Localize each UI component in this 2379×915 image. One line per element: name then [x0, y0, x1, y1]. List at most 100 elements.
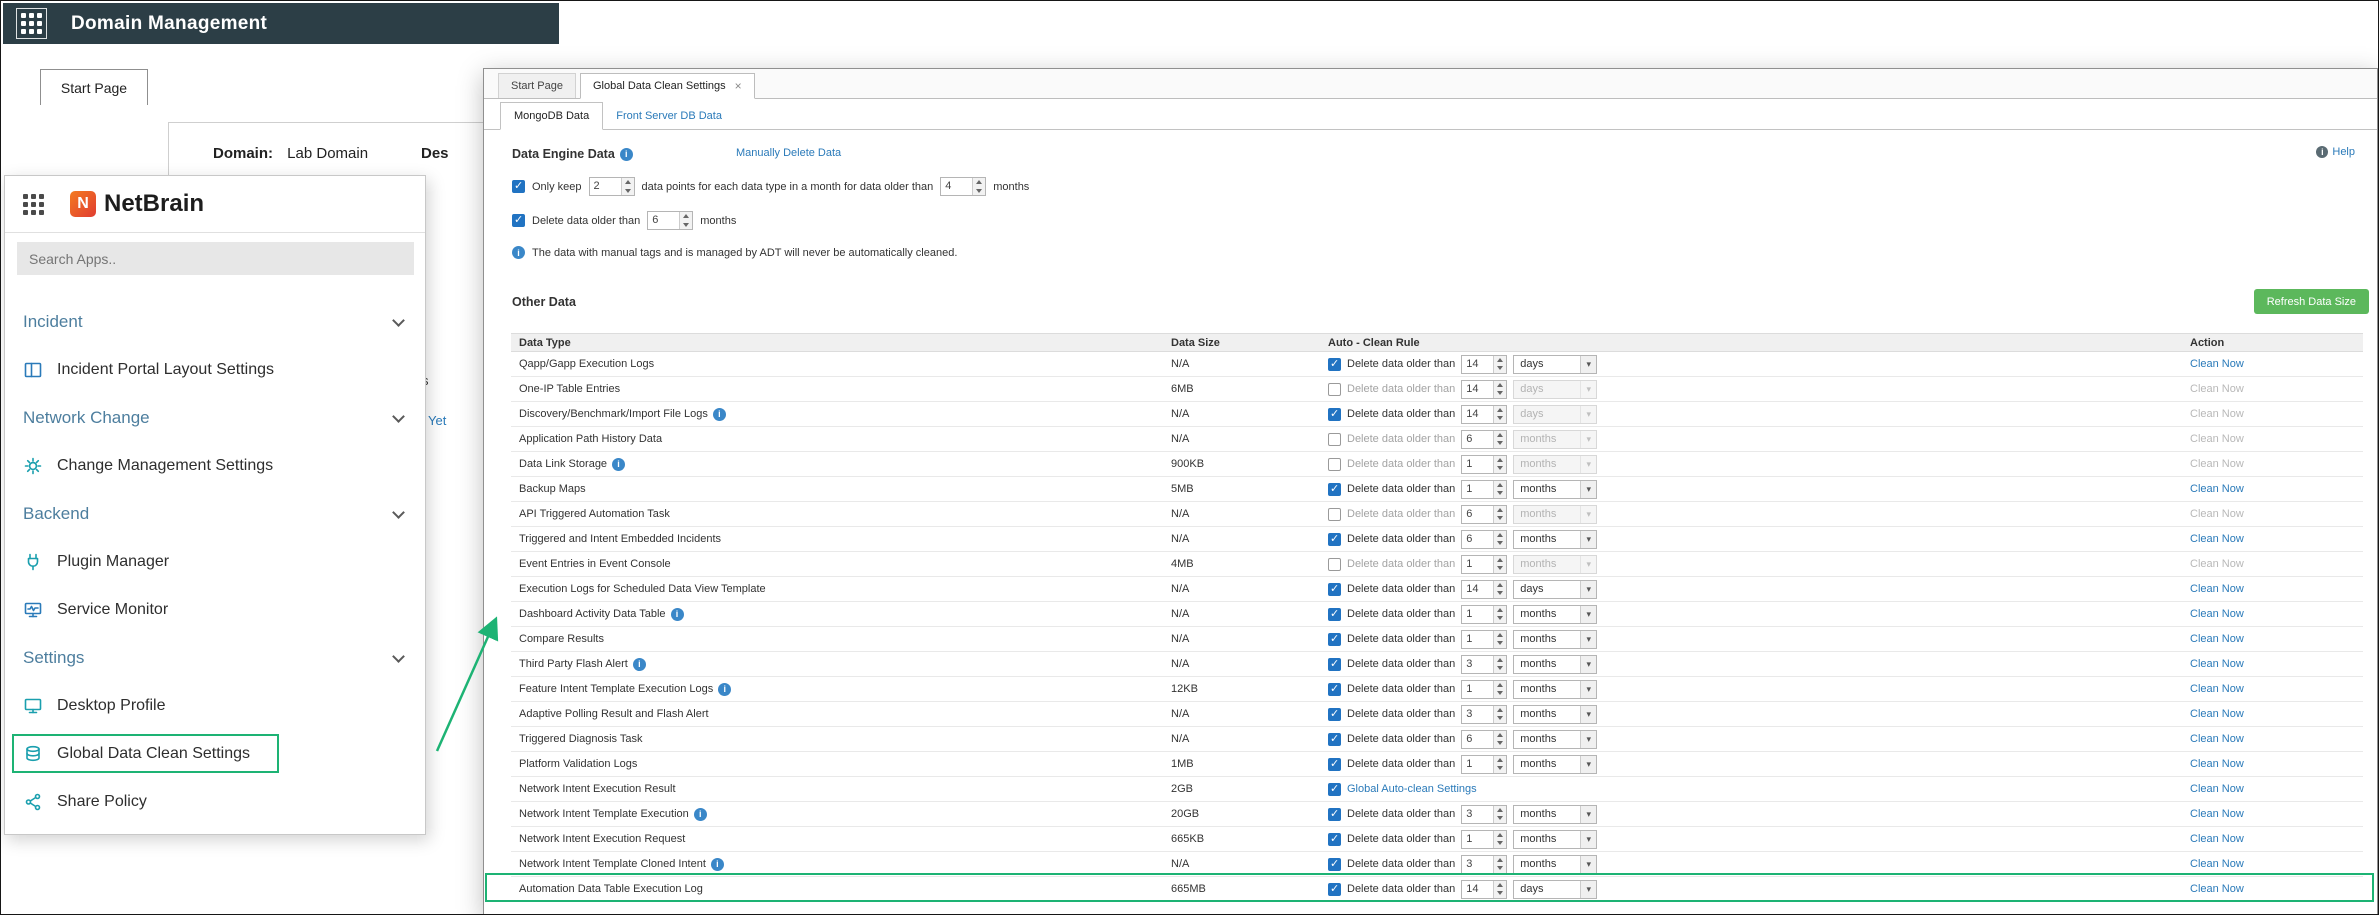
auto-clean-checkbox[interactable] — [1328, 532, 1341, 546]
unit-dropdown[interactable]: months ▾ — [1513, 529, 1598, 549]
spinner-up-icon[interactable] — [1494, 831, 1506, 840]
spinner-up-icon[interactable] — [1494, 506, 1506, 515]
spinner-up-icon[interactable] — [1494, 381, 1506, 390]
spinner[interactable] — [1493, 630, 1507, 648]
spinner-down-icon[interactable] — [1494, 414, 1506, 423]
info-icon[interactable]: i — [710, 857, 724, 871]
spinner[interactable] — [679, 212, 693, 229]
spinner-down-icon[interactable] — [1494, 714, 1506, 723]
spinner-down-icon[interactable] — [1494, 639, 1506, 648]
retention-value-input[interactable]: 14 — [1461, 379, 1508, 399]
spinner-up-icon[interactable] — [1494, 531, 1506, 540]
spinner[interactable] — [1493, 580, 1507, 598]
spinner-down-icon[interactable] — [1494, 489, 1506, 498]
retention-value-input[interactable]: 14 — [1461, 404, 1508, 424]
info-icon[interactable]: i — [612, 457, 626, 471]
menu-item-share-policy[interactable]: Share Policy — [5, 778, 425, 826]
auto-clean-checkbox[interactable] — [1328, 632, 1341, 646]
spinner[interactable] — [1493, 505, 1507, 523]
spinner[interactable] — [1493, 805, 1507, 823]
retention-value-input[interactable]: 6 — [1461, 529, 1508, 549]
unit-dropdown[interactable]: days ▾ — [1513, 579, 1598, 599]
tab-global-data-clean-settings[interactable]: Global Data Clean Settings × — [579, 73, 755, 99]
help-link[interactable]: i Help — [2316, 146, 2355, 158]
older-than-months-input[interactable]: 4 — [940, 177, 987, 196]
retention-value-input[interactable]: 1 — [1461, 629, 1508, 649]
spinner-up-icon[interactable] — [1494, 606, 1506, 615]
unit-dropdown[interactable]: months ▾ — [1513, 654, 1598, 674]
spinner[interactable] — [972, 178, 986, 195]
spinner-up-icon[interactable] — [1494, 456, 1506, 465]
retention-value-input[interactable]: 3 — [1461, 804, 1508, 824]
unit-dropdown[interactable]: months ▾ — [1513, 854, 1598, 874]
retention-value-input[interactable]: 1 — [1461, 829, 1508, 849]
unit-dropdown[interactable]: months ▾ — [1513, 754, 1598, 774]
spinner[interactable] — [1493, 405, 1507, 423]
clean-now-link[interactable]: Clean Now — [2190, 583, 2244, 595]
spinner-down-icon[interactable] — [1494, 614, 1506, 623]
retention-value-input[interactable]: 6 — [1461, 729, 1508, 749]
app-launcher-icon[interactable] — [16, 8, 47, 39]
retention-value-input[interactable]: 1 — [1461, 554, 1508, 574]
auto-clean-checkbox[interactable] — [1328, 857, 1341, 871]
spinner-down-icon[interactable] — [1494, 539, 1506, 548]
retention-value-input[interactable]: 3 — [1461, 854, 1508, 874]
auto-clean-checkbox[interactable] — [1328, 807, 1341, 821]
menu-section-network-change[interactable]: Network Change — [5, 394, 425, 442]
tab-mongodb-data[interactable]: MongoDB Data — [500, 102, 604, 130]
clean-now-link[interactable]: Clean Now — [2190, 683, 2244, 695]
grid-menu-icon[interactable] — [23, 193, 44, 215]
spinner-up-icon[interactable] — [1494, 681, 1506, 690]
spinner[interactable] — [1493, 705, 1507, 723]
delete-older-checkbox[interactable] — [512, 213, 525, 227]
auto-clean-checkbox[interactable] — [1328, 457, 1341, 471]
spinner-up-icon[interactable] — [1494, 406, 1506, 415]
spinner[interactable] — [1493, 380, 1507, 398]
spinner-down-icon[interactable] — [1494, 564, 1506, 573]
unit-dropdown[interactable]: months ▾ — [1513, 679, 1598, 699]
spinner-down-icon[interactable] — [1494, 389, 1506, 398]
auto-clean-checkbox[interactable] — [1328, 357, 1341, 371]
clean-now-link[interactable]: Clean Now — [2190, 733, 2244, 745]
menu-item-desktop-profile[interactable]: Desktop Profile — [5, 682, 425, 730]
unit-dropdown[interactable]: months ▾ — [1513, 829, 1598, 849]
spinner[interactable] — [1493, 455, 1507, 473]
spinner-down-icon[interactable] — [1494, 439, 1506, 448]
spinner-down-icon[interactable] — [1494, 764, 1506, 773]
auto-clean-checkbox[interactable] — [1328, 757, 1341, 771]
spinner[interactable] — [1493, 605, 1507, 623]
auto-clean-checkbox[interactable] — [1328, 482, 1341, 496]
spinner-down-icon[interactable] — [1494, 589, 1506, 598]
clean-now-link[interactable]: Clean Now — [2190, 358, 2244, 370]
info-icon[interactable]: i — [712, 407, 726, 421]
retention-value-input[interactable]: 14 — [1461, 579, 1508, 599]
spinner[interactable] — [1493, 830, 1507, 848]
spinner[interactable] — [1493, 530, 1507, 548]
retention-value-input[interactable]: 1 — [1461, 604, 1508, 624]
spinner-down-icon[interactable] — [1494, 664, 1506, 673]
spinner[interactable] — [1493, 680, 1507, 698]
retention-value-input[interactable]: 3 — [1461, 654, 1508, 674]
retention-value-input[interactable]: 6 — [1461, 429, 1508, 449]
tab-front-server-db-data[interactable]: Front Server DB Data — [603, 103, 735, 129]
manually-delete-data-link[interactable]: Manually Delete Data — [736, 147, 841, 159]
spinner-down-icon[interactable] — [1494, 839, 1506, 848]
spinner[interactable] — [1493, 755, 1507, 773]
menu-item-change-management-settings[interactable]: Change Management Settings — [5, 442, 425, 490]
refresh-data-size-button[interactable]: Refresh Data Size — [2253, 289, 2369, 314]
info-icon[interactable]: i — [619, 147, 633, 161]
info-icon[interactable]: i — [718, 682, 732, 696]
global-auto-clean-settings-link[interactable]: Global Auto-clean Settings — [1347, 783, 1477, 795]
retention-value-input[interactable]: 1 — [1461, 479, 1508, 499]
menu-section-incident[interactable]: Incident — [5, 298, 425, 346]
spinner-up-icon[interactable] — [1494, 856, 1506, 865]
menu-item-plugin-manager[interactable]: Plugin Manager — [5, 538, 425, 586]
auto-clean-checkbox[interactable] — [1328, 657, 1341, 671]
auto-clean-checkbox[interactable] — [1328, 582, 1341, 596]
spinner-up-icon[interactable] — [1494, 356, 1506, 365]
auto-clean-checkbox[interactable] — [1328, 432, 1341, 446]
spinner[interactable] — [1493, 655, 1507, 673]
auto-clean-checkbox[interactable] — [1328, 682, 1341, 696]
spinner[interactable] — [1493, 730, 1507, 748]
clean-now-link[interactable]: Clean Now — [2190, 808, 2244, 820]
